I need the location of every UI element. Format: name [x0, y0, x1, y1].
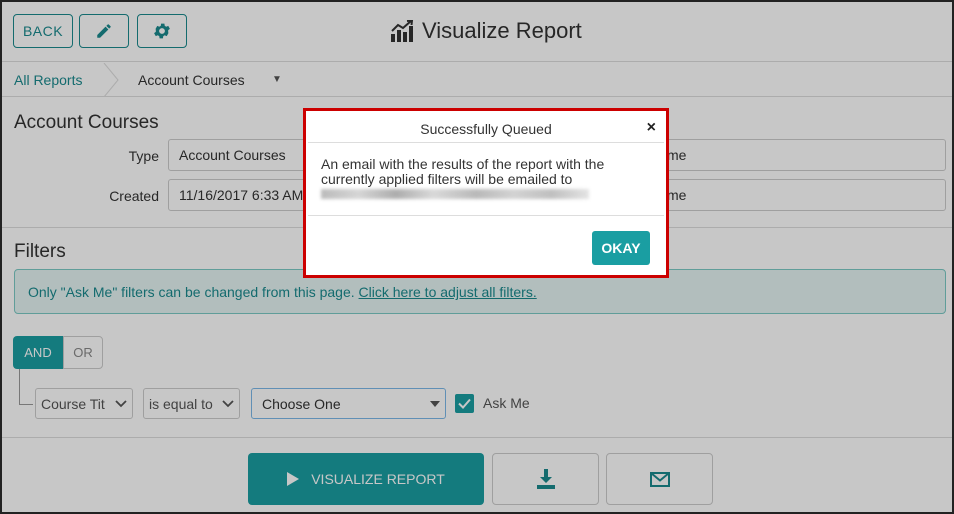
- okay-button[interactable]: OKAY: [592, 231, 650, 265]
- close-icon[interactable]: ×: [647, 119, 656, 137]
- success-dialog: Successfully Queued × An email with the …: [308, 113, 664, 273]
- dialog-header: Successfully Queued ×: [308, 113, 664, 143]
- dialog-title: Successfully Queued: [420, 121, 552, 137]
- redacted-email: [321, 189, 589, 199]
- app-frame: BACK Visualize Report All Reports Accoun…: [0, 0, 954, 514]
- dialog-message: An email with the results of the report …: [321, 156, 605, 187]
- modal-highlight-frame: Successfully Queued × An email with the …: [303, 108, 669, 278]
- dialog-body: An email with the results of the report …: [308, 143, 664, 216]
